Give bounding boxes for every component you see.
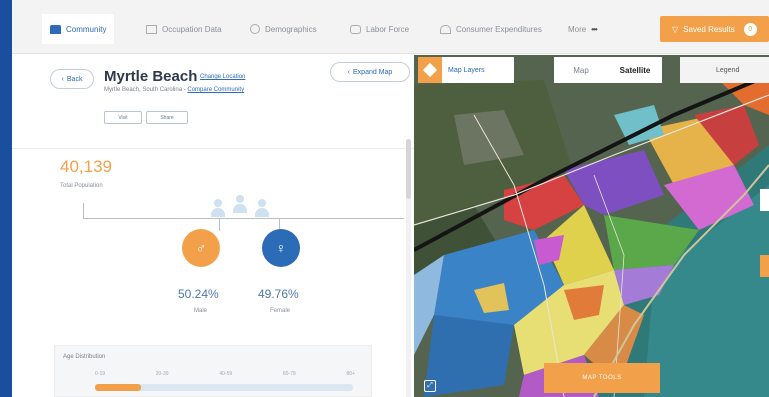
divider — [12, 148, 414, 149]
filter-icon: ▽ — [672, 24, 679, 34]
map-side-control[interactable] — [760, 255, 769, 277]
expand-map-label: Expand Map — [353, 68, 393, 76]
age-tick: 20-39 — [155, 371, 169, 377]
age-distribution-title: Age Distribution — [63, 354, 106, 360]
compare-community-link[interactable]: Compare Community — [187, 87, 244, 93]
map-option[interactable]: Map — [554, 57, 608, 83]
more-dots-icon: ••• — [591, 24, 597, 34]
age-tick: 60-79 — [282, 371, 296, 377]
community-panel: ‹ Back Myrtle Beach Change Location Myrt… — [12, 55, 414, 397]
visit-button[interactable]: Visit — [104, 111, 142, 124]
fullscreen-icon[interactable]: ⤢ — [424, 380, 436, 392]
map-layers-label: Map Layers — [448, 66, 485, 74]
back-label: Back — [66, 75, 83, 83]
satellite-option[interactable]: Satellite — [608, 57, 662, 83]
male-icon: ♂ — [182, 229, 220, 267]
people-icon — [209, 195, 273, 217]
tab-more[interactable]: More ••• — [560, 14, 605, 44]
tree-connector — [219, 219, 220, 231]
grid-icon — [146, 24, 157, 34]
visit-label: Visit — [118, 114, 128, 121]
change-location-link[interactable]: Change Location — [200, 74, 245, 80]
male-label: Male — [194, 308, 208, 314]
age-tick: 0-19 — [95, 371, 106, 377]
male-percent: 50.24% — [178, 287, 219, 301]
female-icon: ♀ — [262, 229, 300, 267]
location-subtitle: Myrtle Beach, South Carolina - Compare C… — [104, 87, 245, 93]
top-nav: Community Occupation Data Demographics L… — [12, 0, 769, 54]
female-percent: 49.76% — [258, 287, 299, 301]
age-tick: 80+ — [346, 371, 355, 377]
tab-community[interactable]: Community — [42, 14, 115, 44]
map-tools-button[interactable]: MAP TOOLS — [544, 363, 660, 393]
age-distribution-bar — [95, 384, 353, 391]
age-distribution-fill — [95, 384, 142, 391]
map-canvas[interactable] — [414, 55, 769, 397]
female-label: Female — [270, 308, 291, 314]
total-population-label: Total Population — [60, 183, 103, 189]
tab-label: Consumer Expenditures — [456, 24, 542, 34]
saved-results-button[interactable]: ▽ Saved Results 0 — [660, 16, 769, 42]
chevron-left-icon: ‹ — [61, 75, 64, 83]
satellite-map[interactable]: Map Layers Map Satellite Legend MAP TOOL… — [414, 55, 769, 397]
tab-labor-force[interactable]: Labor Force — [342, 14, 417, 44]
age-tick: 40-59 — [219, 371, 233, 377]
tab-label: Community — [66, 24, 107, 34]
tab-label: Occupation Data — [162, 24, 222, 34]
tab-label: Demographics — [265, 24, 317, 34]
age-distribution-card: Age Distribution 0-19 20-39 40-59 60-79 … — [54, 345, 372, 397]
age-ticks: 0-19 20-39 40-59 60-79 80+ — [95, 371, 355, 377]
legend-button[interactable]: Legend — [680, 57, 769, 83]
tab-label: More — [568, 24, 587, 34]
saved-count-badge: 0 — [743, 22, 757, 36]
map-side-control[interactable] — [760, 189, 769, 211]
map-layers-button[interactable]: Map Layers — [418, 57, 514, 83]
page-title: Myrtle Beach — [104, 68, 198, 85]
globe-icon — [250, 24, 260, 34]
chevron-left-icon: ‹ — [347, 68, 351, 76]
tree-connector — [83, 203, 84, 219]
scrollbar-thumb[interactable] — [406, 139, 411, 199]
app-window: Community Occupation Data Demographics L… — [12, 0, 769, 397]
basket-icon — [440, 24, 451, 34]
tab-consumer-expenditures[interactable]: Consumer Expenditures — [432, 14, 550, 44]
layers-icon — [418, 57, 442, 83]
expand-map-button[interactable]: ‹ Expand Map — [330, 62, 410, 82]
share-label: Share — [160, 114, 174, 121]
share-button[interactable]: Share — [146, 111, 188, 124]
back-button[interactable]: ‹ Back — [50, 69, 94, 89]
state-text: Myrtle Beach, South Carolina — [104, 87, 183, 93]
total-population-value: 40,139 — [60, 157, 112, 176]
tab-label: Labor Force — [366, 24, 410, 34]
labor-force-icon — [350, 24, 361, 34]
map-type-toggle: Map Satellite — [554, 57, 662, 83]
tab-occupation-data[interactable]: Occupation Data — [138, 14, 230, 44]
community-icon — [50, 24, 61, 34]
tree-connector — [83, 218, 404, 219]
tab-demographics[interactable]: Demographics — [242, 14, 325, 44]
saved-results-label: Saved Results — [683, 24, 735, 34]
